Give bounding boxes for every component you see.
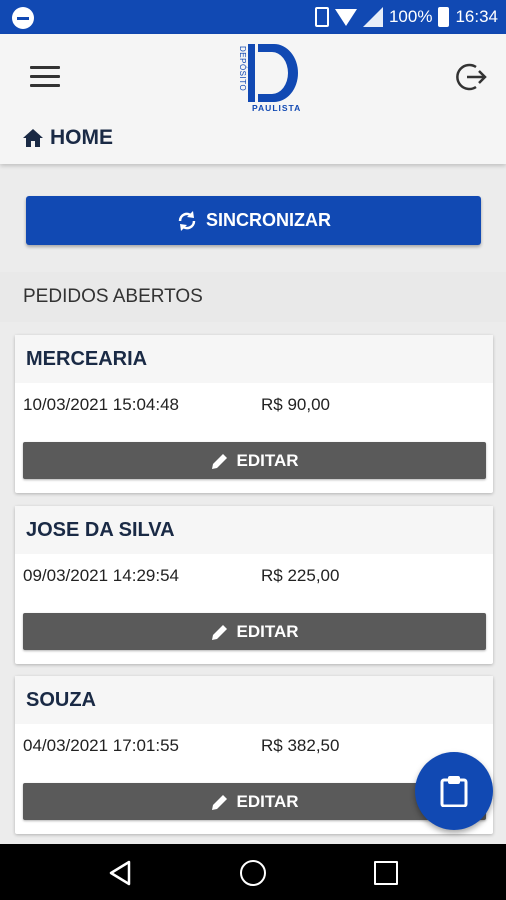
signal-icon — [362, 7, 383, 27]
battery-icon — [438, 7, 450, 27]
edit-button[interactable]: EDITAR — [23, 613, 486, 650]
menu-icon-line — [30, 75, 60, 78]
sync-icon — [178, 210, 196, 231]
status-indicators: 100% 16:34 — [314, 0, 498, 34]
logout-icon — [456, 63, 487, 91]
breadcrumb-home: HOME — [50, 126, 113, 149]
order-customer-name: JOSE DA SILVA — [26, 518, 175, 541]
section-title: PEDIDOS ABERTOS — [23, 286, 203, 307]
order-total: R$ 382,50 — [261, 736, 340, 755]
new-order-fab[interactable] — [415, 752, 493, 830]
order-card-header: SOUZA — [15, 676, 493, 724]
order-card[interactable]: MERCEARIA 10/03/2021 15:04:48 R$ 90,00 E… — [15, 335, 493, 493]
order-card[interactable]: JOSE DA SILVA 09/03/2021 14:29:54 R$ 225… — [15, 506, 493, 664]
section-header: PEDIDOS ABERTOS — [0, 272, 506, 322]
order-card-header: MERCEARIA — [15, 335, 493, 383]
status-bar: 100% 16:34 — [0, 0, 506, 34]
company-logo: DEPÓSITO PAULISTA — [238, 44, 301, 112]
wifi-icon — [334, 8, 357, 26]
order-datetime: 04/03/2021 17:01:55 — [23, 736, 179, 755]
order-datetime: 10/03/2021 15:04:48 — [23, 395, 179, 414]
order-total: R$ 225,00 — [261, 566, 340, 585]
home-circle-icon[interactable] — [240, 860, 266, 886]
recents-icon[interactable] — [374, 861, 398, 885]
order-total: R$ 90,00 — [261, 395, 330, 414]
edit-button-label: EDITAR — [236, 621, 299, 641]
home-icon — [23, 129, 43, 147]
breadcrumb: HOME — [22, 126, 113, 150]
logo-top-text: DEPÓSITO — [238, 46, 247, 91]
system-nav-bar — [0, 844, 506, 900]
order-card-header: JOSE DA SILVA — [15, 506, 493, 554]
sync-button-label: SINCRONIZAR — [206, 210, 331, 230]
do-not-disturb-icon — [12, 7, 34, 29]
edit-button[interactable]: EDITAR — [23, 442, 486, 479]
menu-icon-line — [30, 66, 60, 69]
app-header: DEPÓSITO PAULISTA HOME — [0, 34, 506, 164]
menu-button[interactable] — [30, 66, 60, 90]
menu-icon-line — [30, 84, 60, 87]
clipboard-icon — [440, 776, 468, 807]
order-datetime: 09/03/2021 14:29:54 — [23, 566, 179, 585]
pencil-icon — [212, 794, 228, 810]
edit-button-label: EDITAR — [236, 450, 299, 470]
sync-button[interactable]: SINCRONIZAR — [26, 196, 481, 245]
order-customer-name: SOUZA — [26, 688, 96, 711]
logout-button[interactable] — [456, 60, 490, 94]
back-icon[interactable] — [108, 860, 132, 886]
pencil-icon — [212, 624, 228, 640]
edit-button-label: EDITAR — [236, 791, 299, 811]
pencil-icon — [212, 453, 228, 469]
logo-bottom-text: PAULISTA — [252, 103, 301, 112]
order-customer-name: MERCEARIA — [26, 347, 148, 370]
vibrate-icon — [314, 7, 329, 27]
battery-percent: 100% — [388, 7, 433, 26]
clock: 16:34 — [455, 7, 498, 26]
